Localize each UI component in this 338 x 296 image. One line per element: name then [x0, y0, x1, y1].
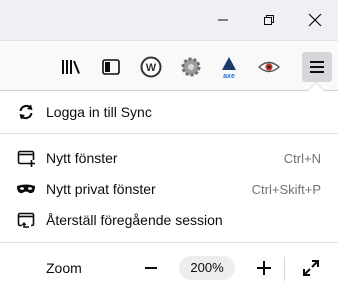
- new-private-window-shortcut: Ctrl+Skift+P: [251, 181, 321, 197]
- library-icon: [62, 60, 80, 74]
- panel-arrow: [307, 82, 325, 91]
- restore-session-icon: [16, 210, 36, 230]
- axe-label: axe: [223, 73, 235, 79]
- sync-sign-in-item[interactable]: Logga in till Sync: [0, 97, 338, 127]
- new-window-shortcut: Ctrl+N: [283, 150, 321, 166]
- restore-button[interactable]: [246, 0, 292, 40]
- plus-icon: [257, 261, 271, 275]
- minimize-icon: [218, 19, 228, 21]
- new-private-window-item[interactable]: Nytt privat fönster Ctrl+Skift+P: [0, 174, 338, 204]
- hamburger-menu-icon: [310, 61, 324, 73]
- eye-extension-icon: [258, 61, 280, 73]
- sync-icon: [16, 102, 36, 122]
- sidebar-icon: [102, 59, 120, 75]
- axe-extension-button[interactable]: axe: [214, 52, 244, 82]
- toolbar: W axe: [0, 40, 338, 93]
- title-bar: [0, 0, 338, 40]
- new-window-label: Nytt fönster: [46, 150, 118, 166]
- open-menu-button[interactable]: [302, 52, 332, 82]
- close-button[interactable]: [292, 0, 338, 40]
- zoom-divider: [284, 257, 285, 281]
- separator: [0, 133, 338, 134]
- restore-icon: [264, 15, 274, 25]
- eye-extension-button[interactable]: [254, 52, 284, 82]
- w-extension-button[interactable]: W: [136, 52, 166, 82]
- private-mask-icon: [16, 179, 36, 199]
- zoom-controls: Zoom 200%: [0, 251, 338, 285]
- app-menu-panel: Logga in till Sync Nytt fönster Ctrl+N N…: [0, 82, 338, 296]
- fullscreen-button[interactable]: [296, 253, 326, 283]
- library-button[interactable]: [56, 52, 86, 82]
- sync-label: Logga in till Sync: [46, 104, 152, 120]
- gear-extension-icon: [181, 57, 201, 77]
- minimize-button[interactable]: [200, 0, 246, 40]
- close-icon: [308, 13, 322, 27]
- zoom-out-button[interactable]: [136, 253, 166, 283]
- new-window-icon: [16, 148, 36, 168]
- gear-extension-button[interactable]: [176, 52, 206, 82]
- svg-text:W: W: [146, 62, 157, 74]
- separator: [0, 242, 338, 243]
- fullscreen-icon: [303, 260, 319, 276]
- restore-session-item[interactable]: Återställ föregående session: [0, 205, 338, 235]
- sidebar-button[interactable]: [96, 52, 126, 82]
- new-window-item[interactable]: Nytt fönster Ctrl+N: [0, 143, 338, 173]
- axe-extension-icon: axe: [222, 57, 236, 79]
- restore-session-label: Återställ föregående session: [46, 212, 223, 228]
- zoom-in-button[interactable]: [249, 253, 279, 283]
- zoom-label: Zoom: [46, 260, 82, 276]
- new-private-window-label: Nytt privat fönster: [46, 181, 156, 197]
- minus-icon: [145, 267, 157, 269]
- zoom-reset-button[interactable]: 200%: [179, 256, 235, 280]
- w-extension-icon: W: [140, 56, 162, 78]
